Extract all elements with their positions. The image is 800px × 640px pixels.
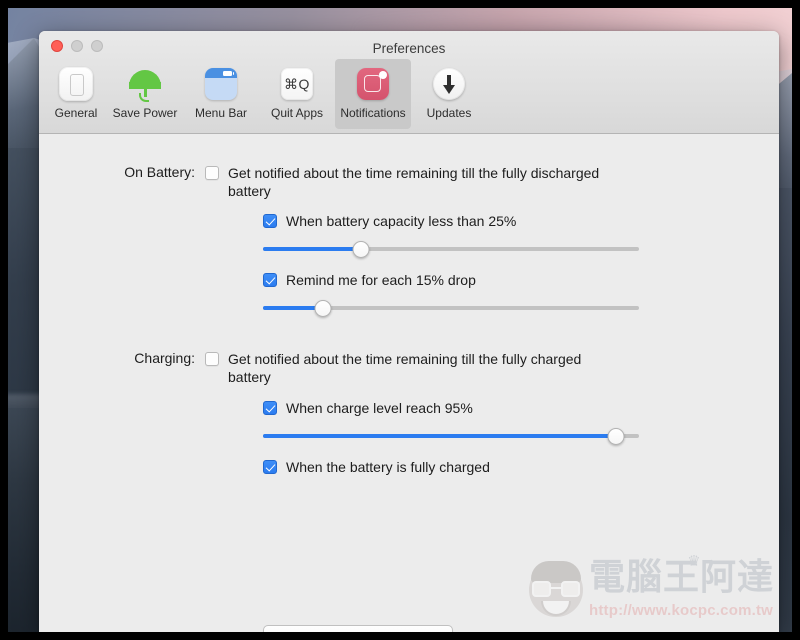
watermark-crown-icon: ♛ <box>687 553 701 570</box>
green-umbrella-icon <box>126 65 164 103</box>
tab-notifications-label: Notifications <box>340 106 406 120</box>
checkbox-battery-capacity-label: When battery capacity less than 25% <box>286 213 517 229</box>
tab-general-label: General <box>54 106 98 120</box>
window-titlebar: Preferences General Save Power Menu Bar … <box>39 31 779 134</box>
charging-label: Charging: <box>134 350 195 366</box>
system-preferences-button[interactable]: System Preferences <box>263 625 453 632</box>
checkbox-battery-drop-label: Remind me for each 15% drop <box>286 272 476 288</box>
checkbox-battery-capacity-box[interactable] <box>263 214 277 228</box>
checkbox-charge-level-label: When charge level reach 95% <box>286 400 473 416</box>
slider-charge-level-fill <box>263 434 617 438</box>
window-title: Preferences <box>372 41 446 56</box>
tab-general[interactable]: General <box>45 59 107 129</box>
tab-save-power-label: Save Power <box>112 106 178 120</box>
checkbox-charge-level-box[interactable] <box>263 401 277 415</box>
charging-row-2: When charge level reach 95% <box>263 399 473 417</box>
site-watermark: ♛ 電腦王阿達 http://www.kocpc.com.tw <box>523 553 773 631</box>
preferences-window: Preferences General Save Power Menu Bar … <box>39 31 779 632</box>
on-battery-row-1: On Battery: Get notified about the time … <box>57 164 657 200</box>
on-battery-row-2: When battery capacity less than 25% <box>263 212 516 230</box>
checkbox-fully-charged-label: When the battery is fully charged <box>286 459 490 475</box>
tab-menu-bar[interactable]: Menu Bar <box>183 59 259 129</box>
checkbox-charge-level[interactable]: When charge level reach 95% <box>263 399 473 417</box>
battery-outline-icon <box>57 65 95 103</box>
command-q-key-icon: ⌘Q <box>278 65 316 103</box>
on-battery-row-3: Remind me for each 15% drop <box>263 271 476 289</box>
menu-bar-battery-icon <box>202 65 240 103</box>
slider-battery-capacity-fill <box>263 247 361 251</box>
watermark-site-name: 電腦王阿達 <box>589 557 775 598</box>
tab-menu-bar-label: Menu Bar <box>194 106 248 120</box>
download-arrow-icon <box>430 65 468 103</box>
checkbox-charging-time-remaining-label: Get notified about the time remaining ti… <box>228 351 582 385</box>
checkbox-battery-time-remaining[interactable]: Get notified about the time remaining ti… <box>205 164 608 200</box>
slider-battery-capacity-thumb[interactable] <box>352 240 370 258</box>
notification-badge-icon <box>354 65 392 103</box>
checkbox-battery-time-remaining-label: Get notified about the time remaining ti… <box>228 165 600 199</box>
watermark-url: http://www.kocpc.com.tw <box>589 602 774 619</box>
checkbox-battery-drop[interactable]: Remind me for each 15% drop <box>263 271 476 289</box>
screenshot-root: Preferences General Save Power Menu Bar … <box>0 0 800 640</box>
tab-notifications[interactable]: Notifications <box>335 59 411 129</box>
charging-row-1: Charging: Get notified about the time re… <box>57 350 657 386</box>
watermark-face-icon <box>525 561 587 623</box>
checkbox-charging-time-remaining[interactable]: Get notified about the time remaining ti… <box>205 350 608 386</box>
tab-updates[interactable]: Updates <box>411 59 487 129</box>
tab-quit-apps[interactable]: ⌘Q Quit Apps <box>259 59 335 129</box>
tab-quit-apps-label: Quit Apps <box>270 106 324 120</box>
checkbox-battery-capacity[interactable]: When battery capacity less than 25% <box>263 212 516 230</box>
preferences-toolbar: General Save Power Menu Bar ⌘Q Quit Apps… <box>45 57 487 129</box>
tab-save-power[interactable]: Save Power <box>107 59 183 129</box>
checkbox-charging-time-remaining-box[interactable] <box>205 352 219 366</box>
slider-charge-level-thumb[interactable] <box>607 427 625 445</box>
checkbox-fully-charged[interactable]: When the battery is fully charged <box>263 458 490 476</box>
tab-updates-label: Updates <box>426 106 472 120</box>
slider-battery-drop-thumb[interactable] <box>314 299 332 317</box>
slider-battery-drop[interactable] <box>263 299 639 317</box>
checkbox-fully-charged-box[interactable] <box>263 460 277 474</box>
charging-row-3: When the battery is fully charged <box>263 458 490 476</box>
checkbox-battery-time-remaining-box[interactable] <box>205 166 219 180</box>
slider-battery-capacity[interactable] <box>263 240 639 258</box>
checkbox-battery-drop-box[interactable] <box>263 273 277 287</box>
notifications-pane: On Battery: Get notified about the time … <box>39 134 779 632</box>
slider-charge-level[interactable] <box>263 427 639 445</box>
on-battery-label: On Battery: <box>124 164 195 180</box>
